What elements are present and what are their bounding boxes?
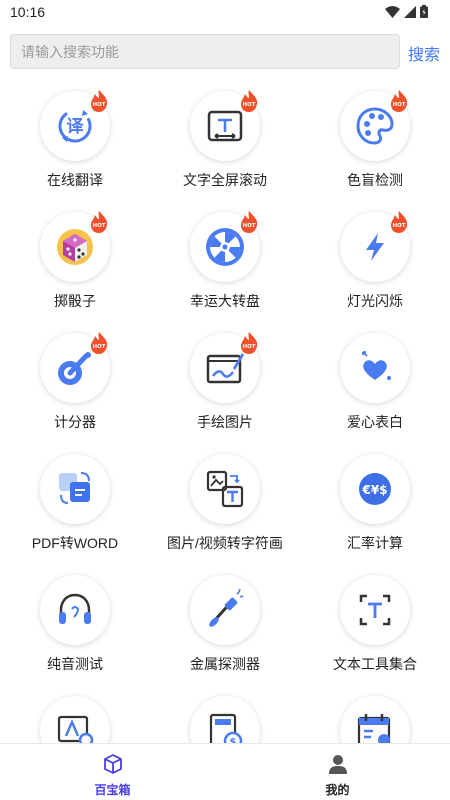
text-tools-icon (359, 594, 391, 626)
tool-label: 图片/视频转字符画 (167, 535, 283, 551)
search-input[interactable] (10, 34, 400, 69)
tool-label: 灯光闪烁 (347, 293, 403, 309)
tool-icon-circle (190, 454, 260, 524)
hot-badge-icon: HOT (91, 90, 108, 112)
tool-calendar[interactable] (300, 693, 450, 743)
font-settings-icon (57, 715, 94, 743)
headphones-icon (59, 593, 91, 624)
hot-badge-icon: HOT (91, 332, 108, 354)
hearts-icon (362, 351, 391, 380)
tool-icon-circle (340, 575, 410, 645)
tool-icon-circle (40, 696, 110, 743)
tool-label: 文本工具集合 (333, 656, 417, 672)
tool-money-calculator[interactable]: $ (150, 693, 300, 743)
nav-item-mine[interactable]: 我的 (225, 744, 450, 800)
bottom-nav: 百宝箱 我的 (0, 743, 450, 800)
tool-pdf-to-word[interactable]: PDF转WORD (0, 451, 150, 561)
tool-color-blind-test[interactable]: HOT 色盲检测 (300, 88, 450, 198)
svg-text:HOT: HOT (92, 344, 105, 350)
hot-badge-icon: HOT (391, 90, 408, 112)
box-icon (104, 754, 122, 774)
tool-light-flash[interactable]: HOT 灯光闪烁 (300, 209, 450, 319)
tool-label: 金属探测器 (190, 656, 260, 672)
nav-label: 我的 (325, 783, 350, 797)
tool-label: 汇率计算 (347, 535, 403, 551)
svg-text:HOT: HOT (92, 223, 105, 229)
search-bar: 搜索 (10, 34, 442, 70)
svg-text:HOT: HOT (392, 102, 405, 108)
tool-lucky-wheel[interactable]: HOT 幸运大转盘 (150, 209, 300, 319)
tool-image-to-ascii[interactable]: 图片/视频转字符画 (150, 451, 300, 561)
tool-font-settings[interactable] (0, 693, 150, 743)
tool-translate[interactable]: 译 HOT 在线翻译 (0, 88, 150, 198)
tool-icon-circle (40, 454, 110, 524)
tool-text-scroll[interactable]: HOT 文字全屏滚动 (150, 88, 300, 198)
tool-label: 文字全屏滚动 (183, 172, 267, 188)
tool-label: 幸运大转盘 (190, 293, 260, 309)
tool-label: 色盲检测 (347, 172, 403, 188)
svg-text:HOT: HOT (92, 102, 105, 108)
tool-score-counter[interactable]: HOT 计分器 (0, 330, 150, 440)
tool-icon-circle (40, 575, 110, 645)
tool-label: 在线翻译 (47, 172, 103, 188)
tool-label: 纯音测试 (47, 656, 103, 672)
user-icon (329, 755, 347, 774)
tool-icon-circle: $ (190, 696, 260, 743)
hot-badge-icon: HOT (91, 211, 108, 233)
exchange-icon: €¥$ (359, 473, 391, 505)
tool-icon-circle (340, 333, 410, 403)
svg-text:HOT: HOT (242, 344, 255, 350)
search-button[interactable]: 搜索 (408, 41, 440, 65)
tool-icon-circle (340, 696, 410, 743)
hot-badge-icon: HOT (391, 211, 408, 233)
tool-text-tools[interactable]: 文本工具集合 (300, 572, 450, 682)
tool-grid: 译 HOT 在线翻译 HOT 文字全屏滚动 HOT 色盲检测 HOT 掷骰子 H… (0, 88, 450, 743)
hot-badge-icon: HOT (241, 211, 258, 233)
calculator-money-icon: $ (209, 713, 243, 743)
signal-icon (404, 5, 416, 18)
svg-text:€¥$: €¥$ (361, 483, 387, 497)
svg-text:HOT: HOT (392, 223, 405, 229)
tool-heart-confession[interactable]: 爱心表白 (300, 330, 450, 440)
image-to-text-icon (206, 470, 244, 508)
metal-detector-icon (209, 588, 244, 627)
tool-hand-draw[interactable]: HOT 手绘图片 (150, 330, 300, 440)
battery-icon (420, 5, 428, 18)
tool-label: 手绘图片 (197, 414, 253, 430)
hot-badge-icon: HOT (241, 332, 258, 354)
tool-metal-detector[interactable]: 金属探测器 (150, 572, 300, 682)
calendar-icon (357, 714, 391, 743)
tool-icon-circle: €¥$ (340, 454, 410, 524)
tool-label: 掷骰子 (54, 293, 96, 309)
pdf-word-icon (59, 472, 90, 504)
status-time: 10:16 (10, 4, 46, 20)
tool-label: 爱心表白 (347, 414, 403, 430)
hot-badge-icon: HOT (241, 90, 258, 112)
wifi-icon (385, 5, 400, 18)
tool-label: 计分器 (54, 414, 96, 430)
tool-icon-circle (190, 575, 260, 645)
tool-exchange-rate[interactable]: €¥$ 汇率计算 (300, 451, 450, 561)
nav-item-toolbox[interactable]: 百宝箱 (0, 744, 225, 800)
svg-text:译: 译 (67, 117, 85, 137)
nav-label: 百宝箱 (94, 783, 131, 797)
svg-text:HOT: HOT (242, 223, 255, 229)
tool-pure-tone-test[interactable]: 纯音测试 (0, 572, 150, 682)
tool-label: PDF转WORD (31, 535, 119, 551)
tool-dice[interactable]: HOT 掷骰子 (0, 209, 150, 319)
status-bar: 10:16 (0, 0, 450, 26)
status-icons (385, 5, 428, 18)
svg-text:HOT: HOT (242, 102, 255, 108)
